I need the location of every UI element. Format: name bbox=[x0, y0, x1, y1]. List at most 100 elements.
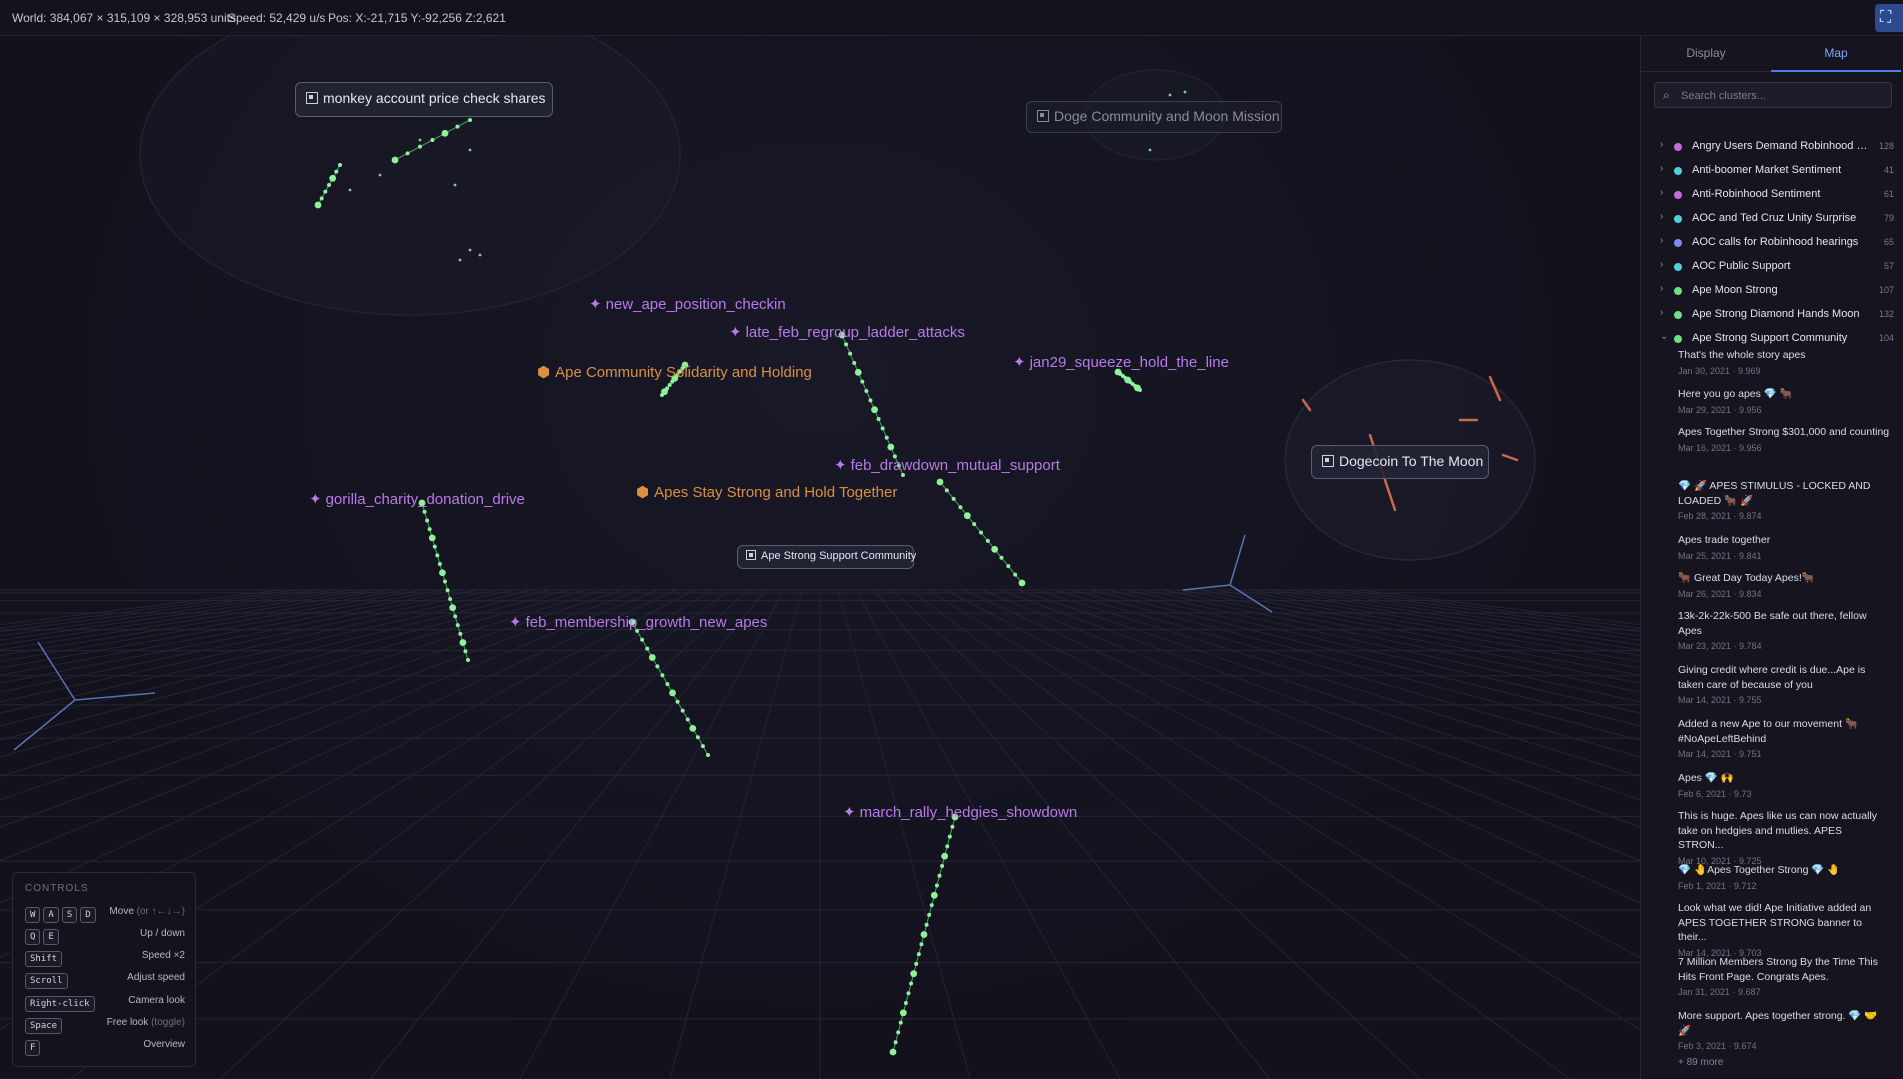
controls-panel: CONTROLS WASD Move (or ↑←↓→) QE Up / dow… bbox=[12, 872, 196, 1067]
data-point bbox=[920, 931, 928, 938]
cluster-item[interactable]: › AOC and Ted Cruz Unity Surprise 79 bbox=[1641, 208, 1903, 230]
cluster-label-doge-mission[interactable]: Doge Community and Moon Mission bbox=[1026, 101, 1282, 133]
data-point bbox=[422, 509, 427, 514]
post-item[interactable]: This is huge. Apes like us can now actua… bbox=[1678, 809, 1890, 866]
data-point bbox=[941, 852, 949, 860]
data-point bbox=[640, 637, 645, 642]
data-point bbox=[852, 361, 857, 365]
topic-label-jan29[interactable]: ✦ jan29_squeeze_hold_the_line bbox=[1013, 353, 1229, 371]
data-point bbox=[963, 512, 971, 520]
topic-label-late-feb[interactable]: ✦ late_feb_regroup_ladder_attacks bbox=[729, 323, 965, 341]
cluster-item[interactable]: › Angry Users Demand Robinhood C... 128 bbox=[1641, 136, 1903, 158]
key-space: Space bbox=[25, 1018, 63, 1034]
post-title: 💎 🤚Apes Together Strong 💎 🤚 bbox=[1678, 864, 1841, 876]
post-item[interactable]: Look what we did! Ape Initiative added a… bbox=[1678, 901, 1890, 958]
topic-label-new-ape[interactable]: ✦ new_ape_position_checkin bbox=[589, 295, 786, 313]
data-point bbox=[914, 961, 919, 966]
cluster-name: AOC and Ted Cruz Unity Surprise bbox=[1692, 212, 1857, 224]
search-input[interactable] bbox=[1679, 86, 1888, 106]
chevron-right-icon[interactable]: › bbox=[1660, 163, 1663, 174]
cluster-item[interactable]: ⌄ Ape Strong Support Community 104 bbox=[1641, 328, 1903, 350]
post-title: This is huge. Apes like us can now actua… bbox=[1678, 810, 1878, 851]
data-point bbox=[880, 426, 885, 431]
post-item[interactable]: Here you go apes 💎 🐂 Mar 29, 2021 · 9.956 bbox=[1678, 387, 1890, 415]
post-item[interactable]: Apes Together Strong $301,000 and counti… bbox=[1678, 425, 1890, 453]
topic-label-feb-membership[interactable]: ✦ feb_membership_growth_new_apes bbox=[509, 613, 767, 631]
post-item[interactable]: 13k-2k-22k-500 Be safe out there, fellow… bbox=[1678, 609, 1890, 651]
data-point bbox=[844, 342, 849, 347]
panel-toggle-button[interactable]: ⛶ bbox=[1875, 4, 1903, 32]
topic-label-march-rally[interactable]: ✦ march_rally_hedgies_showdown bbox=[843, 803, 1077, 821]
tab-display[interactable]: Display bbox=[1641, 36, 1771, 72]
data-point bbox=[675, 699, 680, 704]
cluster-count: 104 bbox=[1878, 333, 1894, 343]
chevron-right-icon[interactable]: › bbox=[1660, 211, 1663, 222]
topic-label-stay-strong[interactable]: ⬢ Apes Stay Strong and Hold Together bbox=[636, 483, 897, 501]
cluster-label-dogecoin-moon[interactable]: Dogecoin To The Moon bbox=[1311, 445, 1489, 479]
post-item[interactable]: 💎 🤚Apes Together Strong 💎 🤚 Feb 1, 2021 ·… bbox=[1678, 863, 1890, 891]
data-point bbox=[947, 834, 952, 839]
chevron-right-icon[interactable]: › bbox=[1660, 187, 1663, 198]
grid-line bbox=[927, 589, 1640, 1031]
cluster-search[interactable]: ⌕ bbox=[1654, 82, 1892, 108]
data-point bbox=[1018, 579, 1026, 587]
post-item[interactable]: Giving credit where credit is due...Ape … bbox=[1678, 663, 1890, 705]
post-meta: Mar 23, 2021 · 9.784 bbox=[1678, 641, 1762, 651]
chevron-right-icon[interactable]: › bbox=[1660, 307, 1663, 318]
chevron-right-icon[interactable]: › bbox=[1660, 139, 1663, 150]
data-point bbox=[1006, 564, 1011, 569]
more-posts-link[interactable]: + 89 more bbox=[1678, 1057, 1723, 1068]
data-point bbox=[685, 717, 690, 722]
tab-map[interactable]: Map bbox=[1771, 36, 1901, 72]
topic-label-gorilla[interactable]: ✦ gorilla_charity_donation_drive bbox=[309, 490, 525, 508]
chevron-right-icon[interactable]: › bbox=[1660, 283, 1663, 294]
data-point bbox=[427, 527, 432, 532]
data-point bbox=[930, 891, 938, 899]
post-item[interactable]: 7 Million Members Strong By the Time Thi… bbox=[1678, 955, 1890, 997]
data-point bbox=[937, 873, 942, 878]
post-item[interactable]: Apes trade together Mar 25, 2021 · 9.841 bbox=[1678, 533, 1890, 561]
cluster-item[interactable]: › Ape Moon Strong 107 bbox=[1641, 280, 1903, 302]
data-point bbox=[887, 443, 895, 451]
data-point bbox=[951, 496, 956, 501]
cluster-item[interactable]: › AOC Public Support 57 bbox=[1641, 256, 1903, 278]
scene-canvas[interactable] bbox=[0, 0, 1640, 1079]
grid-line bbox=[1269, 589, 1640, 646]
cluster-item[interactable]: › Ape Strong Diamond Hands Moon 132 bbox=[1641, 304, 1903, 326]
cluster-label-monkey[interactable]: monkey account price check shares bbox=[295, 82, 553, 117]
data-point bbox=[459, 639, 467, 646]
grid-line bbox=[1053, 589, 1640, 758]
chevron-right-icon[interactable]: › bbox=[1660, 235, 1663, 246]
post-title: More support. Apes together strong. 💎 🤝 … bbox=[1678, 1010, 1878, 1037]
star-icon: ✦ bbox=[1013, 354, 1026, 371]
post-item[interactable]: 💎 🚀 APES STIMULUS - LOCKED AND LOADED 🐂 … bbox=[1678, 479, 1890, 521]
cluster-name: AOC calls for Robinhood hearings bbox=[1692, 236, 1859, 248]
cluster-count: 57 bbox=[1883, 261, 1894, 271]
data-point bbox=[979, 530, 983, 535]
post-item[interactable]: Added a new Ape to our movement 🐂 #NoApe… bbox=[1678, 717, 1890, 759]
cluster-item[interactable]: › Anti-Robinhood Sentiment 61 bbox=[1641, 184, 1903, 206]
post-item[interactable]: More support. Apes together strong. 💎 🤝 … bbox=[1678, 1009, 1890, 1051]
data-point bbox=[884, 435, 889, 440]
chevron-right-icon[interactable]: › bbox=[1660, 259, 1663, 270]
data-point bbox=[700, 744, 705, 749]
data-point bbox=[439, 569, 446, 577]
key-e: E bbox=[43, 929, 59, 945]
topic-label-solidarity[interactable]: ⬢ Ape Community Solidarity and Holding bbox=[537, 363, 812, 381]
cluster-item[interactable]: › AOC calls for Robinhood hearings 65 bbox=[1641, 232, 1903, 254]
chevron-down-icon[interactable]: ⌄ bbox=[1660, 331, 1668, 342]
map-viewport[interactable]: monkey account price check shares Doge C… bbox=[0, 0, 1640, 1079]
post-item[interactable]: 🐂 Great Day Today Apes!🐂 Mar 26, 2021 · 9… bbox=[1678, 571, 1890, 599]
topic-label-feb-drawdown[interactable]: ✦ feb_drawdown_mutual_support bbox=[834, 456, 1060, 474]
data-point bbox=[458, 258, 462, 262]
post-item[interactable]: Apes 💎 🙌 Feb 6, 2021 · 9.73 bbox=[1678, 771, 1890, 799]
control-row-freelook: Space Free look (toggle) bbox=[25, 1015, 185, 1034]
post-item[interactable]: That's the whole story apes Jan 30, 2021 … bbox=[1678, 348, 1890, 376]
hexagon-icon: ⬢ bbox=[537, 364, 551, 381]
cluster-item[interactable]: › Anti-boomer Market Sentiment 41 bbox=[1641, 160, 1903, 182]
data-point bbox=[645, 646, 650, 651]
post-meta: Mar 26, 2021 · 9.834 bbox=[1678, 588, 1762, 599]
grid-line bbox=[1035, 589, 1640, 777]
cluster-label-ape-strong-support[interactable]: Ape Strong Support Community bbox=[737, 545, 916, 569]
star-icon: ✦ bbox=[309, 491, 322, 508]
